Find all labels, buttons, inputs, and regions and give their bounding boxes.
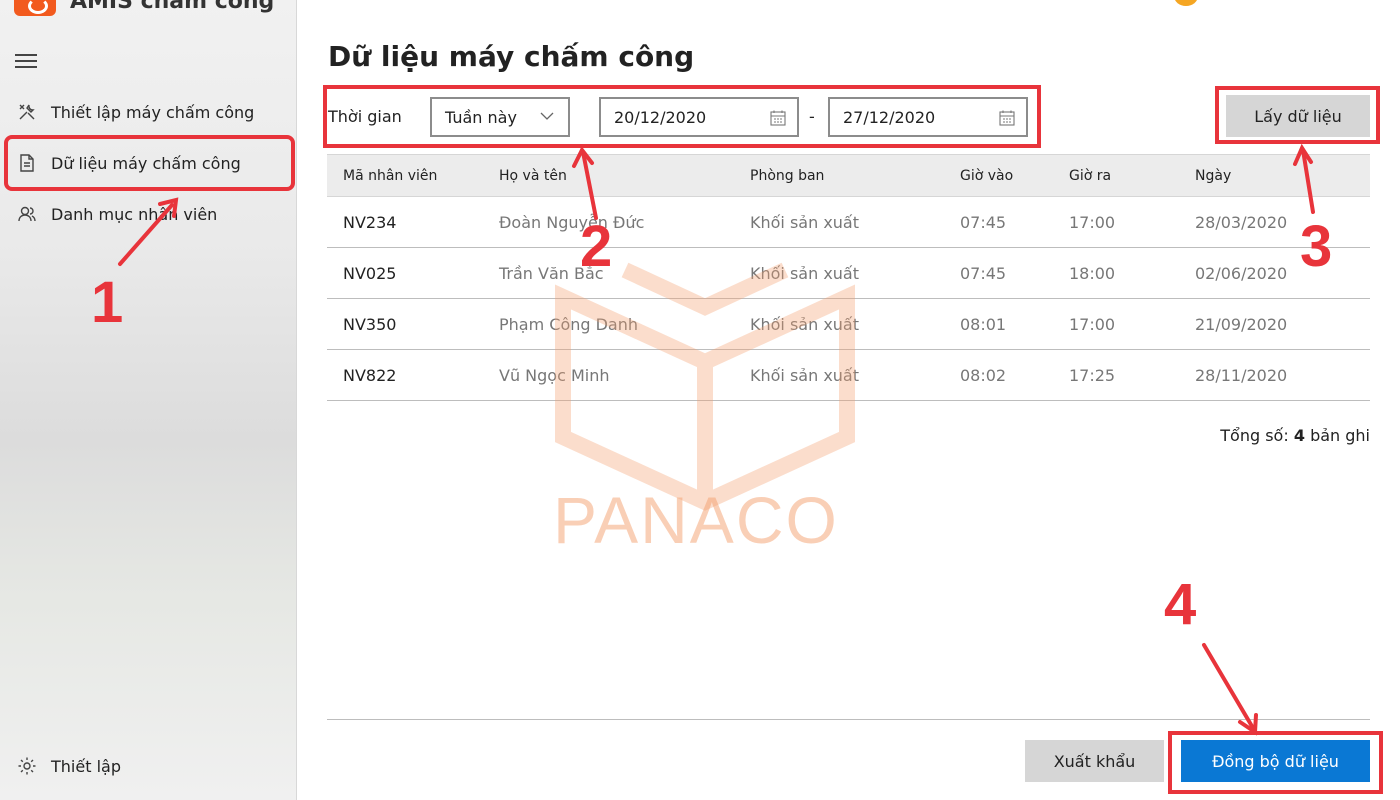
page-title: Dữ liệu máy chấm công (328, 40, 695, 73)
app-logo-icon (14, 0, 56, 16)
sidebar: AMIS chấm công Thiết lập máy chấm công D… (0, 0, 297, 800)
time-out: 18:00 (1069, 263, 1116, 283)
time-out: 17:00 (1069, 314, 1116, 334)
date-from-value: 20/12/2020 (614, 107, 707, 127)
time-out: 17:00 (1069, 212, 1116, 232)
date: 21/09/2020 (1195, 314, 1288, 334)
column-header[interactable]: Phòng ban (750, 168, 824, 184)
tools-icon (16, 101, 38, 123)
sync-data-button[interactable]: Đồng bộ dữ liệu (1181, 740, 1370, 782)
time-in: 08:01 (960, 314, 1007, 334)
column-header[interactable]: Giờ ra (1069, 168, 1111, 184)
sidebar-item-employees[interactable]: Danh mục nhân viên (0, 192, 297, 236)
sidebar-item-label: Dữ liệu máy chấm công (51, 153, 241, 173)
time-out: 17:25 (1069, 365, 1116, 385)
date-to-value: 27/12/2020 (843, 107, 936, 127)
period-select-value: Tuần này (445, 107, 517, 127)
date: 02/06/2020 (1195, 263, 1288, 283)
sidebar-item-settings[interactable]: Thiết lập (0, 744, 297, 788)
employee-id: NV234 (343, 212, 397, 232)
employee-id: NV025 (343, 263, 397, 283)
sidebar-item-label: Danh mục nhân viên (51, 204, 218, 224)
hamburger-menu-icon[interactable] (15, 54, 37, 68)
sidebar-item-attendance-data[interactable]: Dữ liệu máy chấm công (0, 141, 297, 185)
date-from-input[interactable]: 20/12/2020 (599, 97, 799, 137)
attendance-table: Mã nhân viên Họ và tên Phòng ban Giờ vào… (327, 154, 1370, 401)
employee-name: Đoàn Nguyễn Đức (499, 212, 645, 232)
employee-id: NV350 (343, 314, 397, 334)
calendar-icon[interactable] (998, 109, 1016, 127)
time-in: 07:45 (960, 263, 1007, 283)
calendar-icon[interactable] (769, 109, 787, 127)
step-number-2: 2 (580, 214, 613, 279)
column-header[interactable]: Mã nhân viên (343, 168, 437, 184)
department: Khối sản xuất (750, 212, 860, 232)
column-header[interactable]: Ngày (1195, 168, 1231, 184)
column-header[interactable]: Giờ vào (960, 168, 1013, 184)
column-header[interactable]: Họ và tên (499, 168, 567, 184)
gear-icon (16, 755, 38, 777)
sidebar-item-device-settings[interactable]: Thiết lập máy chấm công (0, 90, 297, 134)
employee-id: NV822 (343, 365, 397, 385)
fetch-data-button[interactable]: Lấy dữ liệu (1226, 95, 1370, 137)
date: 28/03/2020 (1195, 212, 1288, 232)
chevron-down-icon (540, 112, 554, 120)
period-select[interactable]: Tuần này (430, 97, 570, 137)
department: Khối sản xuất (750, 365, 860, 385)
time-in: 07:45 (960, 212, 1007, 232)
date-separator: - (809, 107, 815, 126)
table-row[interactable]: NV822 Vũ Ngọc Minh Khối sản xuất 08:02 1… (327, 350, 1370, 401)
total-count: 4 (1293, 426, 1305, 445)
footer-divider (327, 719, 1370, 720)
step-number-1: 1 (91, 270, 124, 335)
date-to-input[interactable]: 27/12/2020 (828, 97, 1028, 137)
department: Khối sản xuất (750, 314, 860, 334)
table-row[interactable]: NV025 Trần Văn Bắc Khối sản xuất 07:45 1… (327, 248, 1370, 299)
total-suffix: bản ghi (1310, 426, 1370, 445)
department: Khối sản xuất (750, 263, 860, 283)
main-content: Dữ liệu máy chấm công Thời gian Tuần này… (297, 0, 1400, 800)
record-total: Tổng số: 4 bản ghi (1220, 426, 1370, 445)
filter-label: Thời gian (328, 107, 402, 126)
users-icon (16, 203, 38, 225)
date: 28/11/2020 (1195, 365, 1288, 385)
app-title: AMIS chấm công (70, 0, 275, 14)
document-icon (16, 152, 38, 174)
employee-name: Vũ Ngọc Minh (499, 365, 610, 385)
total-prefix: Tổng số: (1220, 426, 1289, 445)
step-number-3: 3 (1300, 214, 1333, 279)
export-button[interactable]: Xuất khẩu (1025, 740, 1164, 782)
sidebar-item-label: Thiết lập máy chấm công (51, 102, 255, 122)
time-in: 08:02 (960, 365, 1007, 385)
employee-name: Phạm Công Danh (499, 314, 639, 334)
table-header: Mã nhân viên Họ và tên Phòng ban Giờ vào… (327, 154, 1370, 197)
step-number-4: 4 (1164, 572, 1197, 637)
table-row[interactable]: NV350 Phạm Công Danh Khối sản xuất 08:01… (327, 299, 1370, 350)
table-row[interactable]: NV234 Đoàn Nguyễn Đức Khối sản xuất 07:4… (327, 197, 1370, 248)
app-header: AMIS chấm công (14, 0, 274, 16)
sidebar-item-label: Thiết lập (51, 756, 121, 776)
